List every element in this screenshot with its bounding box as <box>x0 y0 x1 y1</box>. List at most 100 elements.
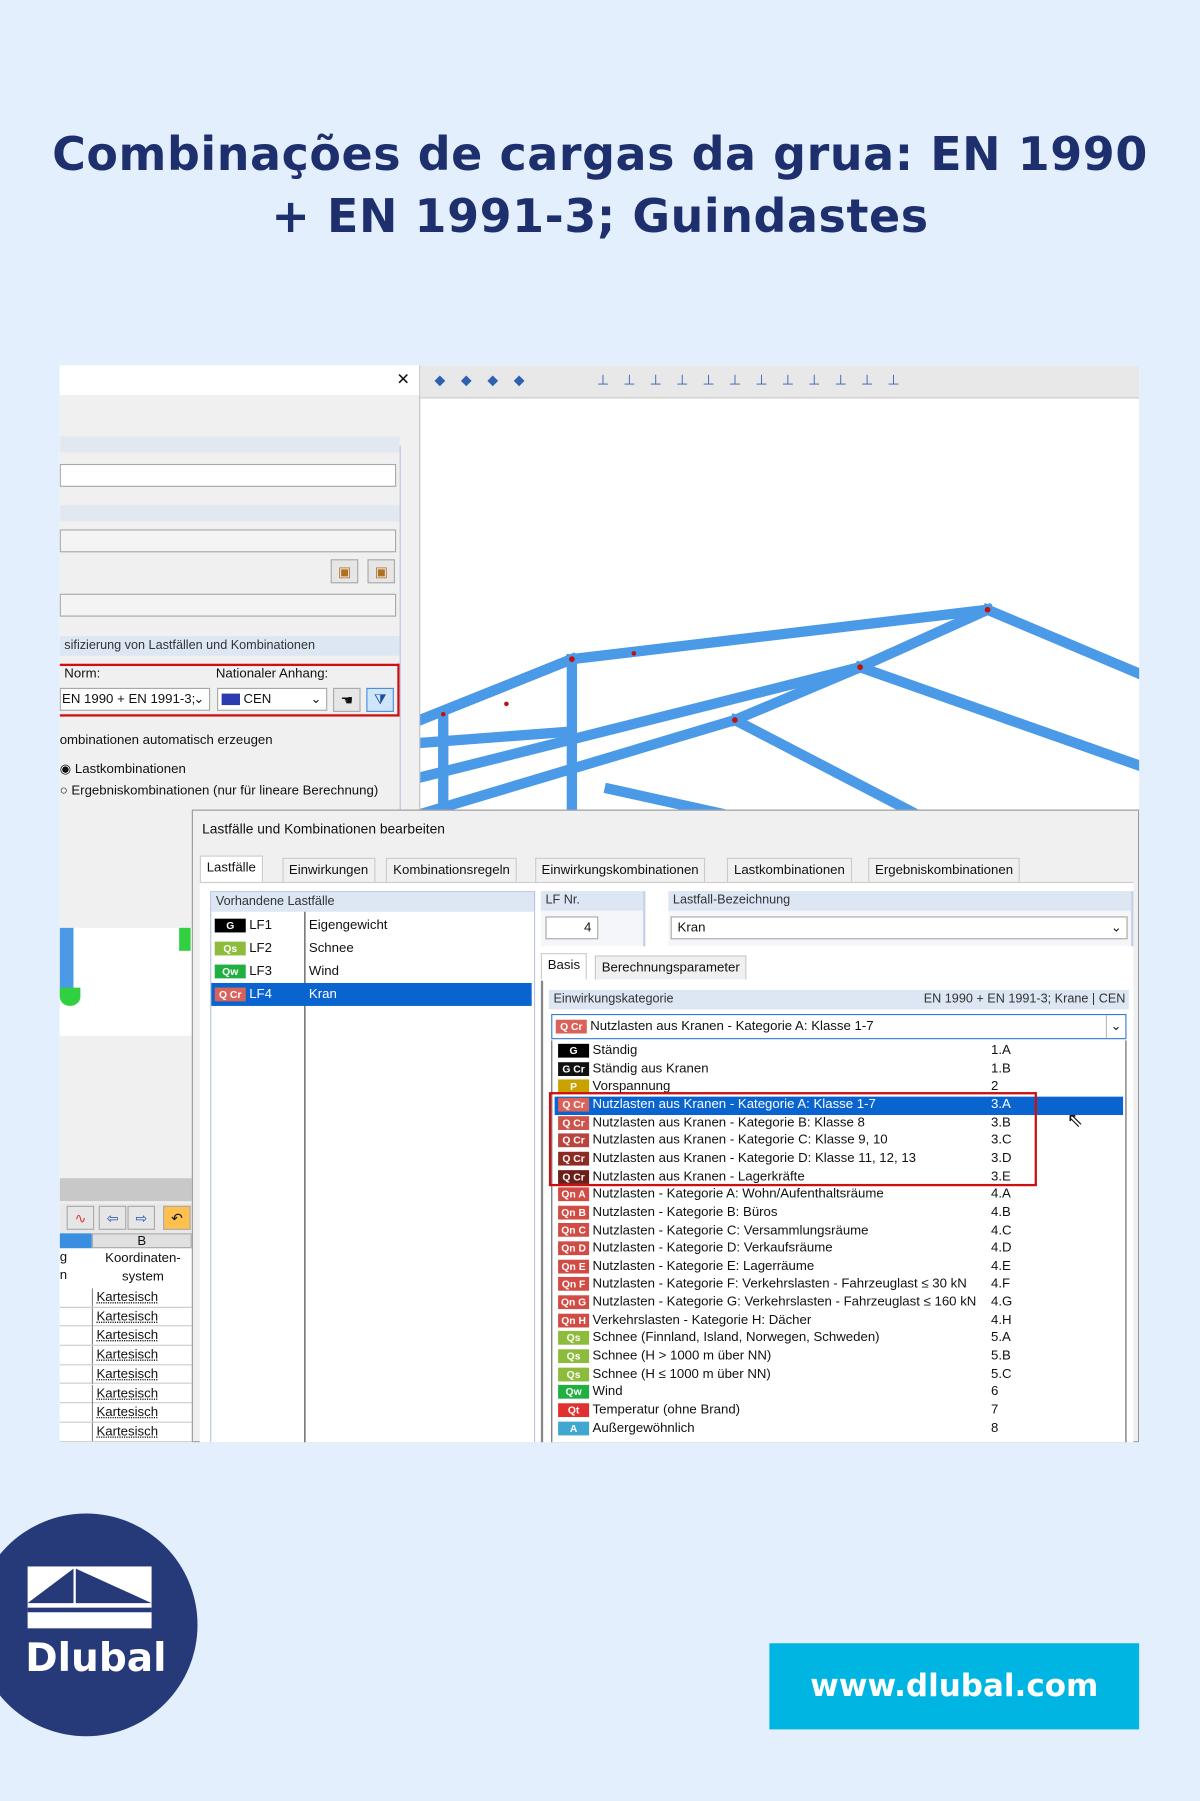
result-Mz-icon[interactable]: ⊥ <box>725 372 746 390</box>
tab-lastkombinationen[interactable]: Lastkombinationen <box>727 857 852 882</box>
new-folder-button[interactable]: ▣ <box>330 559 359 584</box>
load-case-row[interactable]: G LF1 Eigengewicht <box>211 914 531 937</box>
dropdown-option[interactable]: Qw Wind 6 <box>555 1384 1123 1402</box>
next-button[interactable]: ⇨ <box>127 1205 156 1230</box>
result-My-icon[interactable]: ⊥ <box>698 372 719 390</box>
radio-result-combinations[interactable]: ○ Ergebniskombinationen (nur für lineare… <box>60 784 379 798</box>
dropdown-option[interactable]: A Außergewöhnlich 8 <box>555 1420 1123 1438</box>
result-Pz-icon[interactable]: ⊥ <box>777 372 798 390</box>
table-icon[interactable]: ⊥ <box>883 372 904 390</box>
title-line-2: + EN 1991-3; Guindastes <box>271 190 929 244</box>
result-N-icon[interactable]: ⊥ <box>593 372 614 390</box>
option-code: 4.B <box>991 1205 1011 1220</box>
result-Vy-icon[interactable]: ⊥ <box>619 372 640 390</box>
table-row[interactable]: Kartesisch <box>59 1403 192 1423</box>
result-Py-icon[interactable]: ⊥ <box>751 372 772 390</box>
tab-bar: Lastfälle Einwirkungen Kombinationsregeln E… <box>199 855 1136 883</box>
prev-button[interactable]: ⇦ <box>98 1205 127 1230</box>
name-input[interactable] <box>59 463 397 487</box>
table-row[interactable]: Kartesisch <box>59 1384 192 1404</box>
dropdown-option[interactable]: G Ständig 1.A <box>555 1043 1123 1061</box>
tab-kombinationsregeln[interactable]: Kombinationsregeln <box>386 857 517 882</box>
column-title: Koordinaten-system <box>105 1251 181 1284</box>
annex-select[interactable]: CEN ⌄ <box>217 687 328 711</box>
tab-einwirkungen[interactable]: Einwirkungen <box>282 857 376 882</box>
table-row[interactable]: Kartesisch <box>59 1345 192 1366</box>
dropdown-option[interactable]: Qn G Nutzlasten - Kategorie G: Verkehrsla… <box>555 1294 1123 1312</box>
subtab-calculation-parameters[interactable]: Berechnungsparameter <box>594 955 747 980</box>
category-norm: EN 1990 + EN 1991-3; Krane | CEN <box>923 992 1126 1006</box>
dropdown-option[interactable]: Qn A Nutzlasten - Kategorie A: Wohn/Aufen… <box>555 1186 1123 1204</box>
dropdown-option[interactable]: Qn H Verkehrslasten - Kategorie H: Dächer… <box>555 1312 1123 1330</box>
load-case-row[interactable]: Q Cr LF4 Kran <box>211 982 532 1006</box>
support-icon[interactable]: ◆ <box>509 372 530 390</box>
table-row[interactable]: Kartesisch <box>59 1326 192 1346</box>
crane-categories-highlight <box>548 1092 1037 1187</box>
dropdown-option[interactable]: Qn F Nutzlasten - Kategorie F: Verkehrsla… <box>555 1276 1123 1294</box>
open-folder-button[interactable]: ▣ <box>367 559 396 584</box>
tab-lastfälle[interactable]: Lastfälle <box>199 855 263 882</box>
tab-einwirkungskombinationen[interactable]: Einwirkungskombinationen <box>534 857 706 882</box>
undo-button[interactable]: ↶ <box>163 1205 191 1230</box>
lf-nr-input[interactable]: 4 <box>545 916 599 940</box>
option-label: Nutzlasten - Kategorie G: Verkehrslasten… <box>592 1295 977 1310</box>
option-code: 1.A <box>991 1043 1011 1058</box>
table-row[interactable]: Kartesisch <box>59 1422 192 1442</box>
dropdown-option[interactable]: Qt Temperatur (ohne Brand) 7 <box>555 1402 1123 1420</box>
dropdown-option[interactable]: G Cr Ständig aus Kranen 1.B <box>555 1061 1123 1079</box>
close-button[interactable]: ✕ <box>396 370 409 390</box>
load-case-name: Eigengewicht <box>308 918 388 933</box>
dropdown-option[interactable]: Qs Schnee (H ≤ 1000 m über NN) 5.C <box>555 1366 1123 1384</box>
result-Vz-icon[interactable]: ⊥ <box>645 372 666 390</box>
load-case-id: LF4 <box>249 987 272 1002</box>
option-label: Verkehrslasten - Kategorie H: Dächer <box>592 1313 812 1328</box>
table-row[interactable]: Kartesisch <box>59 1307 192 1327</box>
hand-icon: ☚ <box>340 691 353 708</box>
lf-nr-label: LF Nr. <box>540 891 644 911</box>
load-case-row[interactable]: Qw LF3 Wind <box>211 960 531 983</box>
website-link[interactable]: www.dlubal.com <box>769 1643 1140 1730</box>
radio-load-combinations[interactable]: ◉ Lastkombinationen <box>60 760 186 776</box>
model-data-dialog: ✕ ▣ ▣ sifizierung von Lastfällen und Kom… <box>59 365 420 814</box>
dropdown-option[interactable]: Qn D Nutzlasten - Kategorie D: Verkaufsrä… <box>555 1240 1123 1258</box>
action-category-label: Einwirkungskategorie <box>553 992 674 1006</box>
existing-load-cases-header: Vorhandene Lastfälle <box>211 892 534 912</box>
filter-button[interactable]: ⧩ <box>366 687 394 712</box>
option-code: 4.F <box>991 1277 1011 1292</box>
deform-icon[interactable]: ⊥ <box>830 372 851 390</box>
view-icon[interactable]: ◆ <box>456 372 477 390</box>
3d-view[interactable]: ◆ ◆ ◆ ◆ ⊥ ⊥ ⊥ ⊥ ⊥ ⊥ ⊥ ⊥ ⊥ ⊥ ⊥ ⊥ <box>419 365 1140 814</box>
radio-selected-icon: ◉ <box>59 762 72 777</box>
dropdown-option[interactable]: Qs Schnee (H > 1000 m über NN) 5.B <box>555 1348 1123 1366</box>
render-icon[interactable]: ◆ <box>429 372 450 390</box>
lf-name-select[interactable]: Kran ⌄ <box>670 916 1128 940</box>
option-code: 5.A <box>991 1331 1011 1346</box>
description-input[interactable] <box>59 529 397 553</box>
category-badge: Qw <box>558 1385 590 1400</box>
column-header-b[interactable]: B <box>91 1233 192 1249</box>
arrow-icon[interactable]: ⊥ <box>804 372 825 390</box>
norm-select[interactable]: EN 1990 + EN 1991-3; ⌄ <box>59 687 211 711</box>
chevron-down-icon[interactable]: ⌄ <box>1105 1015 1126 1039</box>
dropdown-option[interactable]: Qn C Nutzlasten - Kategorie C: Versammlun… <box>555 1222 1123 1240</box>
action-category-select[interactable]: Q Cr Nutzlasten aus Kranen - Kategorie A:… <box>551 1013 1127 1040</box>
subtab-basis[interactable]: Basis <box>540 953 587 980</box>
edit-annex-button[interactable]: ☚ <box>333 687 361 712</box>
graph-button[interactable]: ∿ <box>66 1205 95 1230</box>
tab-ergebniskombinationen[interactable]: Ergebniskombinationen <box>868 857 1020 882</box>
dropdown-option[interactable]: Qn B Nutzlasten - Kategorie B: Büros 4.B <box>555 1204 1123 1222</box>
load-case-badge: Q Cr <box>214 987 246 1002</box>
project-input[interactable] <box>59 593 397 617</box>
dropdown-option[interactable]: Qn E Nutzlasten - Kategorie E: Lagerräume… <box>555 1258 1123 1276</box>
table-row[interactable]: Kartesisch <box>59 1288 192 1308</box>
coordinate-system-cell: Kartesisch <box>96 1329 159 1343</box>
dropdown-option[interactable]: Qs Schnee (Finnland, Island, Norwegen, Sc… <box>555 1330 1123 1348</box>
option-label: Nutzlasten - Kategorie F: Verkehrslasten… <box>592 1277 967 1292</box>
grid-icon[interactable]: ⊥ <box>857 372 878 390</box>
lf-name-value: Kran <box>677 920 706 935</box>
result-Mt-icon[interactable]: ⊥ <box>672 372 693 390</box>
option-code: 4.A <box>991 1187 1011 1202</box>
load-case-row[interactable]: Qs LF2 Schnee <box>211 937 531 960</box>
table-row[interactable]: Kartesisch <box>59 1365 192 1385</box>
member-icon[interactable]: ◆ <box>482 372 503 390</box>
